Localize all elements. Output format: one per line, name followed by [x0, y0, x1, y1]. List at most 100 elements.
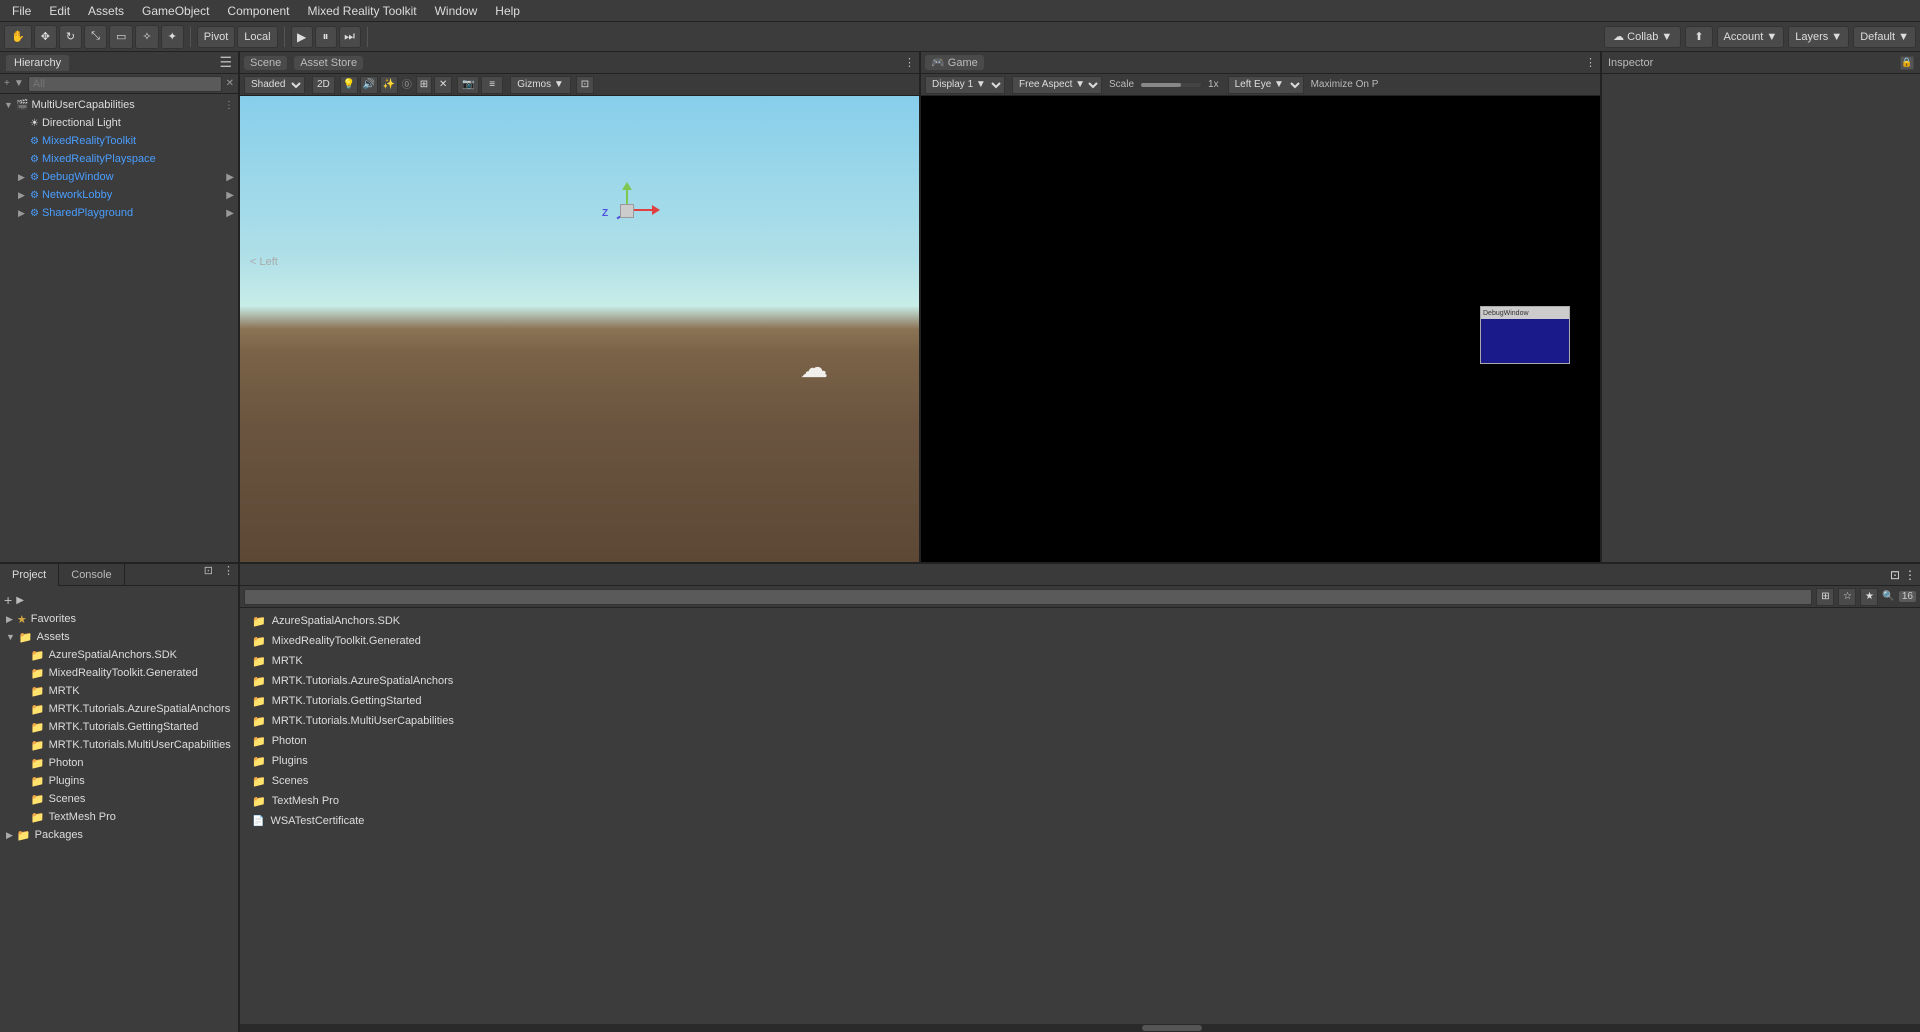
game-viewport[interactable]: DebugWindow	[921, 96, 1600, 562]
tree-item-textmesh[interactable]: ▶ 📁 TextMesh Pro	[0, 808, 238, 826]
scene-x-btn[interactable]: ✕	[434, 76, 452, 94]
bottom-panel-menu-icon[interactable]: ⋮	[219, 564, 238, 585]
local-btn[interactable]: Local	[237, 26, 277, 48]
scene-0-btn[interactable]: ⓪	[400, 76, 414, 94]
cloud-button[interactable]: ⬆	[1685, 26, 1712, 48]
scale-slider[interactable]	[1141, 83, 1201, 87]
hierarchy-item-networklobby[interactable]: ▶ ⚙ NetworkLobby ▶	[0, 186, 238, 204]
tree-item-azurespatialanchors[interactable]: ▶ 📁 AzureSpatialAnchors.SDK	[0, 646, 238, 664]
scene-viewport[interactable]: Z < Left ☁	[240, 96, 919, 562]
gizmos-btn[interactable]: Gizmos ▼	[510, 76, 571, 94]
asset-row-mrtk[interactable]: 📁 MRTK	[248, 652, 1912, 670]
favorites-item[interactable]: ▶ ★ Favorites	[0, 610, 238, 628]
hierarchy-add-btn[interactable]: +	[4, 78, 10, 89]
menu-component[interactable]: Component	[219, 2, 297, 20]
scale-tool-btn[interactable]: ⤡	[84, 25, 107, 49]
shading-dropdown[interactable]: Shaded	[244, 76, 305, 94]
assets-view-btn3[interactable]: ★	[1860, 588, 1878, 606]
assets-view-btn1[interactable]: ⊞	[1816, 588, 1834, 606]
right-menu-icon[interactable]: ⋮	[1904, 568, 1916, 582]
tree-item-mrtk[interactable]: ▶ 📁 MRTK	[0, 682, 238, 700]
asset-row-azurespatial[interactable]: 📁 AzureSpatialAnchors.SDK	[248, 612, 1912, 630]
root-menu[interactable]: ⋮	[224, 100, 234, 111]
inspector-lock-btn[interactable]: 🔒	[1900, 56, 1914, 70]
move-tool-btn[interactable]: ✥	[34, 25, 57, 49]
scene-light-btn[interactable]: 💡	[340, 76, 358, 94]
menu-file[interactable]: File	[4, 2, 39, 20]
pause-button[interactable]: ⏸	[315, 26, 337, 48]
tree-item-plugins[interactable]: ▶ 📁 Plugins	[0, 772, 238, 790]
scrollbar-thumb[interactable]	[1142, 1025, 1202, 1031]
scene-tab[interactable]: Scene	[244, 56, 287, 70]
display-dropdown[interactable]: Display 1 ▼	[925, 76, 1005, 94]
asset-row-wsacert[interactable]: 📄 WSATestCertificate	[248, 812, 1912, 830]
2d-btn[interactable]: 2D	[312, 76, 335, 94]
account-dropdown[interactable]: Account ▼	[1717, 26, 1785, 48]
tree-item-scenes[interactable]: ▶ 📁 Scenes	[0, 790, 238, 808]
scene-aspect-btn[interactable]: ⊡	[576, 76, 594, 94]
bottom-scrollbar[interactable]	[240, 1024, 1920, 1032]
menu-edit[interactable]: Edit	[41, 2, 78, 20]
menu-assets[interactable]: Assets	[80, 2, 132, 20]
asset-row-photon[interactable]: 📁 Photon	[248, 732, 1912, 750]
tree-item-mrtk-azure[interactable]: ▶ 📁 MRTK.Tutorials.AzureSpatialAnchors	[0, 700, 238, 718]
hierarchy-item-mrtoolkit[interactable]: ▶ ⚙ MixedRealityToolkit	[0, 132, 238, 150]
collapse-btn[interactable]: ▶	[16, 595, 24, 606]
bottom-panel-expand-btn[interactable]: ⊡	[198, 564, 219, 585]
asset-row-textmesh[interactable]: 📁 TextMesh Pro	[248, 792, 1912, 810]
scene-grid-btn[interactable]: ⊞	[416, 76, 432, 94]
asset-row-scenes[interactable]: 📁 Scenes	[248, 772, 1912, 790]
tree-item-photon[interactable]: ▶ 📁 Photon	[0, 754, 238, 772]
asset-row-mrtk-azure[interactable]: 📁 MRTK.Tutorials.AzureSpatialAnchors	[248, 672, 1912, 690]
add-btn[interactable]: +	[4, 592, 12, 608]
custom-tool-btn[interactable]: ✦	[161, 25, 184, 49]
hierarchy-search-clear[interactable]: ✕	[226, 78, 234, 89]
hierarchy-item-sharedplayground[interactable]: ▶ ⚙ SharedPlayground ▶	[0, 204, 238, 222]
tree-item-mrtgenerated[interactable]: ▶ 📁 MixedRealityToolkit.Generated	[0, 664, 238, 682]
menu-window[interactable]: Window	[427, 2, 486, 20]
scene-audio-btn[interactable]: 🔊	[360, 76, 378, 94]
rotate-tool-btn[interactable]: ↻	[59, 25, 82, 49]
default-dropdown[interactable]: Default ▼	[1853, 26, 1916, 48]
hierarchy-tab[interactable]: Hierarchy	[6, 55, 69, 71]
hierarchy-menu-icon[interactable]: ☰	[219, 54, 232, 71]
step-button[interactable]: ⏭	[339, 26, 361, 48]
hierarchy-item-directional-light[interactable]: ▶ ☀ Directional Light	[0, 114, 238, 132]
scene-effects-btn[interactable]: ✨	[380, 76, 398, 94]
hierarchy-item-debugwindow[interactable]: ▶ ⚙ DebugWindow ▶	[0, 168, 238, 186]
hierarchy-item-mrplayspace[interactable]: ▶ ⚙ MixedRealityPlayspace	[0, 150, 238, 168]
scene-camera-btn[interactable]: 📷	[457, 76, 479, 94]
tree-item-packages[interactable]: ▶ 📁 Packages	[0, 826, 238, 844]
rect-tool-btn[interactable]: ▭	[109, 25, 133, 49]
left-eye-dropdown[interactable]: Left Eye ▼	[1228, 76, 1304, 94]
menu-mixed-reality[interactable]: Mixed Reality Toolkit	[299, 2, 424, 20]
tree-item-mrtk-getting[interactable]: ▶ 📁 MRTK.Tutorials.GettingStarted	[0, 718, 238, 736]
pivot-btn[interactable]: Pivot	[197, 26, 235, 48]
hierarchy-dropdown-icon[interactable]: ▼	[14, 78, 24, 89]
hierarchy-search-input[interactable]	[28, 76, 222, 92]
game-options-icon[interactable]: ⋮	[1585, 56, 1596, 69]
hierarchy-root[interactable]: ▼ 🎬 MultiUserCapabilities ⋮	[0, 96, 238, 114]
play-button[interactable]: ▶	[291, 26, 313, 48]
collab-button[interactable]: ☁ Collab ▼	[1604, 26, 1681, 48]
right-expand-icon[interactable]: ⊡	[1890, 568, 1900, 582]
menu-help[interactable]: Help	[487, 2, 528, 20]
asset-store-tab[interactable]: Asset Store	[294, 56, 363, 70]
2d-toggle[interactable]: 2D	[312, 76, 335, 94]
project-tab[interactable]: Project	[0, 564, 59, 586]
asset-row-plugins[interactable]: 📁 Plugins	[248, 752, 1912, 770]
asset-row-mrtk-getting[interactable]: 📁 MRTK.Tutorials.GettingStarted	[248, 692, 1912, 710]
layers-dropdown[interactable]: Layers ▼	[1788, 26, 1849, 48]
tree-item-mrtk-multi[interactable]: ▶ 📁 MRTK.Tutorials.MultiUserCapabilities	[0, 736, 238, 754]
assets-search-input[interactable]	[244, 589, 1812, 605]
transform-tool-btn[interactable]: ✧	[135, 25, 158, 49]
scene-options-icon[interactable]: ⋮	[904, 56, 915, 69]
aspect-dropdown[interactable]: Free Aspect ▼	[1012, 76, 1102, 94]
scene-layers-btn[interactable]: ≡	[481, 76, 503, 94]
asset-row-mrtk-multi[interactable]: 📁 MRTK.Tutorials.MultiUserCapabilities	[248, 712, 1912, 730]
game-tab[interactable]: 🎮 Game	[925, 55, 984, 70]
assets-view-btn2[interactable]: ☆	[1838, 588, 1856, 606]
menu-gameobject[interactable]: GameObject	[134, 2, 217, 20]
asset-row-mrtgenerated[interactable]: 📁 MixedRealityToolkit.Generated	[248, 632, 1912, 650]
console-tab[interactable]: Console	[59, 564, 124, 586]
